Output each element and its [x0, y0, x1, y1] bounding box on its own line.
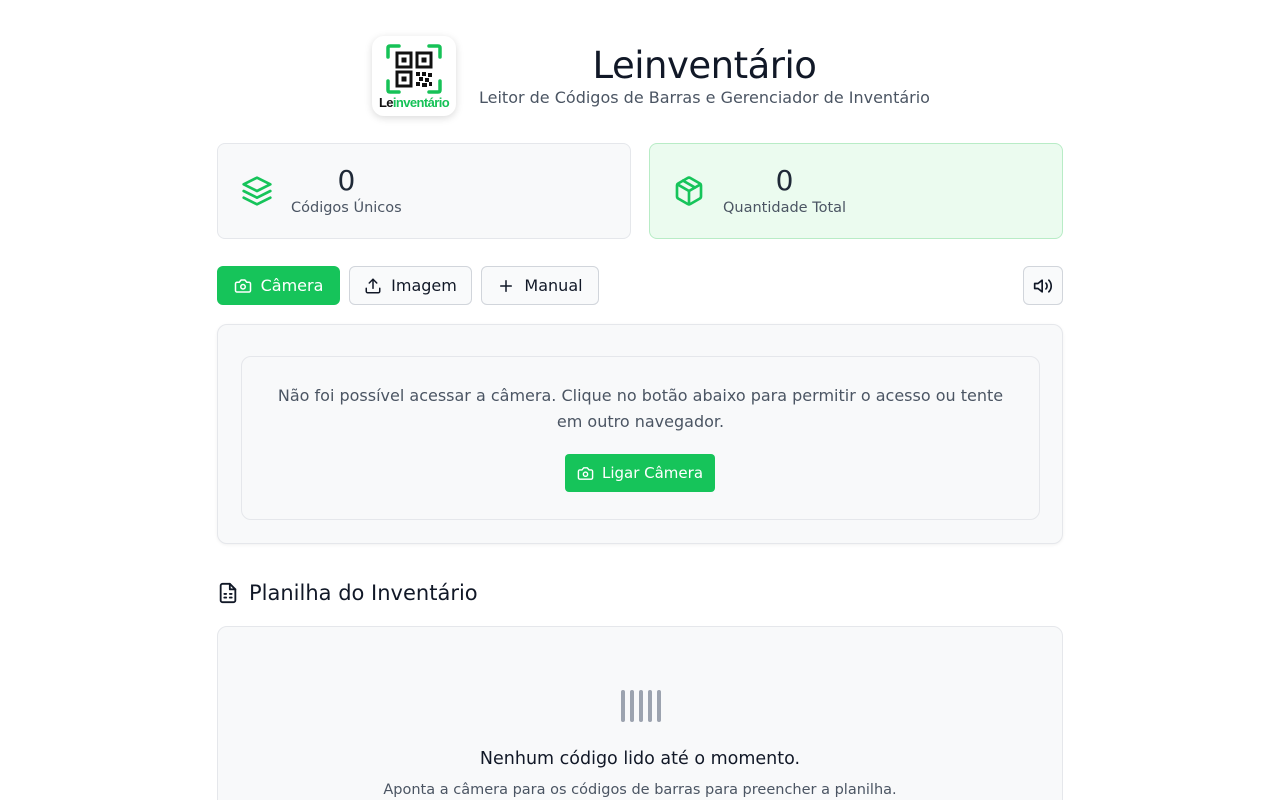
enable-camera-button[interactable]: Ligar Câmera — [565, 454, 715, 492]
total-quantity-card: 0 Quantidade Total — [649, 143, 1063, 239]
unique-codes-card: 0 Códigos Únicos — [217, 143, 631, 239]
camera-panel: Não foi possível acessar a câmera. Cliqu… — [217, 324, 1063, 544]
logo-wordmark: Leinventário — [378, 94, 450, 110]
app-logo: Leinventário — [372, 36, 456, 116]
camera-icon — [234, 277, 252, 295]
total-quantity-value: 0 — [775, 163, 794, 197]
volume-icon — [1033, 276, 1053, 296]
manual-mode-button[interactable]: Manual — [481, 266, 599, 305]
camera-mode-button[interactable]: Câmera — [217, 266, 340, 305]
sheet-title: Planilha do Inventário — [249, 581, 478, 605]
enable-camera-label: Ligar Câmera — [601, 464, 704, 482]
empty-state-title: Nenhum código lido até o momento. — [479, 749, 801, 769]
app-title: Leinventário — [592, 44, 817, 87]
layers-icon — [240, 174, 274, 208]
camera-error-message: Não foi possível acessar a câmera. Cliqu… — [277, 386, 1004, 431]
total-quantity-label: Quantidade Total — [723, 199, 847, 216]
inventory-sheet: Nenhum código lido até o momento. Aponta… — [217, 626, 1063, 800]
sheet-header: Planilha do Inventário — [217, 578, 478, 608]
sound-toggle-button[interactable] — [1023, 266, 1063, 305]
logo-wordmark-le: Le — [378, 94, 394, 110]
image-mode-button[interactable]: Imagem — [349, 266, 472, 305]
barcode-icon — [621, 690, 661, 722]
app-subtitle: Leitor de Códigos de Barras e Gerenciado… — [479, 88, 930, 107]
title-block: Leinventário Leitor de Códigos de Barras… — [479, 44, 930, 108]
package-icon — [672, 174, 706, 208]
total-quantity-stat: 0 Quantidade Total — [723, 163, 847, 218]
camera-error-box: Não foi possível acessar a câmera. Cliqu… — [241, 356, 1040, 520]
app-header: Leinventário Leinventário Leitor de Códi… — [372, 36, 930, 116]
app-root: Leinventário Leinventário Leitor de Códi… — [0, 0, 1280, 800]
manual-mode-label: Manual — [524, 276, 583, 295]
empty-state-hint: Aponta a câmera para os códigos de barra… — [383, 782, 897, 798]
plus-icon — [497, 277, 515, 295]
image-mode-label: Imagem — [391, 276, 457, 295]
file-spreadsheet-icon — [217, 582, 239, 604]
unique-codes-stat: 0 Códigos Únicos — [291, 163, 402, 218]
camera-icon — [577, 465, 594, 482]
unique-codes-label: Códigos Únicos — [291, 199, 402, 216]
qr-code-icon — [386, 43, 442, 94]
camera-mode-label: Câmera — [260, 276, 324, 295]
unique-codes-value: 0 — [337, 163, 356, 197]
logo-wordmark-inventario: inventário — [392, 94, 450, 110]
upload-icon — [364, 277, 382, 295]
